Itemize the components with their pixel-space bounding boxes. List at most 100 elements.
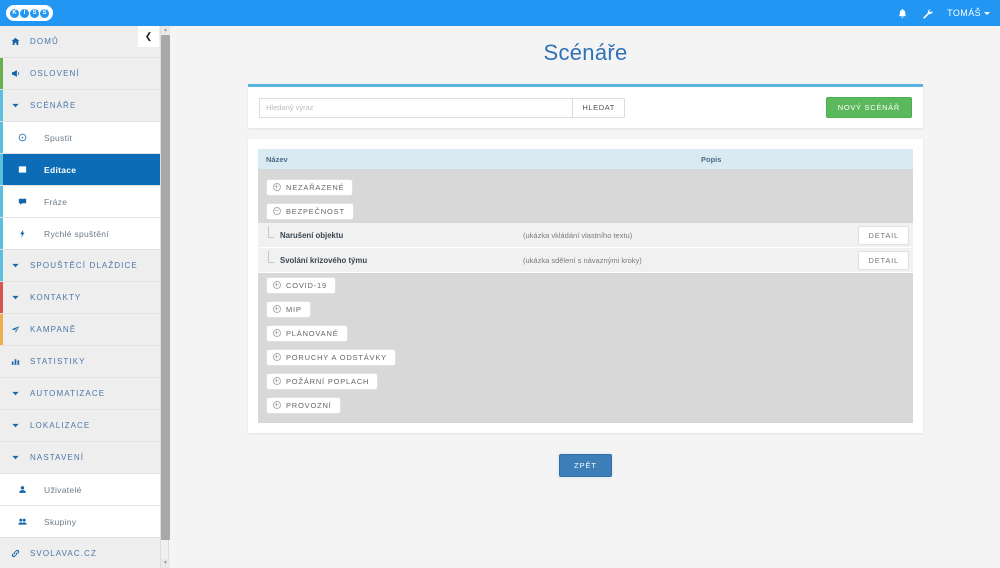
sidebar-scrollbar[interactable]: ▲ ▼ [160, 26, 170, 568]
table-body: + NEZAŘAZENÉ − BEZPEČNOST Narušení objektu (u… [258, 169, 913, 423]
toggle-glyph: + [274, 400, 280, 409]
scenario-group-label: PLÁNOVANÉ [286, 328, 339, 338]
wrench-icon[interactable] [922, 8, 933, 19]
sidebar-item-editace[interactable]: Editace [0, 154, 160, 186]
scenario-group-toggle[interactable]: + POŽÁRNÍ POPLACH [266, 372, 379, 390]
logo-letter-0: K [10, 8, 19, 18]
sidebar-item-statistiky[interactable]: STATISTIKY [0, 346, 160, 378]
scroll-down-arrow-icon[interactable]: ▼ [161, 559, 170, 568]
column-header-description: Popis [701, 154, 722, 164]
scenario-name: Svolání krizového týmu [280, 255, 368, 265]
top-bar: KISS TOMÁŠ [0, 0, 1000, 26]
sidebar-item-label: SCÉNÁŘE [30, 101, 77, 110]
scroll-up-arrow-icon[interactable]: ▲ [161, 26, 170, 35]
sidebar-item-label: KAMPANĚ [30, 325, 77, 334]
plus-circle-icon: + [273, 281, 281, 289]
logo-letter-1: I [20, 8, 29, 18]
logo-letter-3: S [40, 8, 49, 18]
sidebar-item-svolavac-cz[interactable]: SVOLAVAC.CZ [0, 538, 160, 568]
scenario-group-toggle[interactable]: + PLÁNOVANÉ [266, 324, 348, 342]
chevron-down-icon [0, 261, 30, 270]
sidebar-item-spousteci-dlazdice[interactable]: SPOUŠTĚCÍ DLAŽDICE [0, 250, 160, 282]
search-input[interactable] [260, 98, 573, 117]
app-logo[interactable]: KISS [6, 5, 53, 21]
sidebar-item-accent-bar [0, 250, 3, 281]
column-header-name: Název [266, 154, 288, 164]
scenario-group-toggle[interactable]: + MIP [266, 300, 311, 318]
table-header-row: Název Popis [258, 149, 913, 169]
search-panel: HLEDAT NOVÝ SCÉNÁŘ [248, 84, 923, 128]
search-button[interactable]: HLEDAT [572, 98, 624, 117]
user-menu[interactable]: TOMÁŠ [947, 8, 990, 18]
clock-icon [0, 133, 44, 142]
sidebar-item-automatizace[interactable]: AUTOMATIZACE [0, 378, 160, 410]
scenario-group-row: + MIP [258, 297, 913, 321]
plus-circle-icon: + [273, 401, 281, 409]
scenario-group-label: MIP [286, 304, 302, 314]
users-icon [0, 517, 44, 526]
sidebar-item-scenare[interactable]: SCÉNÁŘE [0, 90, 160, 122]
scenario-row[interactable]: Narušení objektu (ukázka vkládání vlastní… [258, 223, 913, 248]
toggle-glyph: + [274, 352, 280, 361]
scenario-detail-button[interactable]: DETAIL [858, 225, 909, 245]
plus-circle-icon: + [273, 183, 281, 191]
scenario-group-row: + PLÁNOVANÉ [258, 321, 913, 345]
bell-icon[interactable] [897, 8, 908, 19]
sidebar-item-label: LOKALIZACE [30, 421, 91, 430]
tree-branch-line [268, 226, 274, 238]
bar-chart-icon [0, 357, 30, 366]
back-button[interactable]: ZPĚT [559, 454, 612, 477]
bolt-icon [0, 229, 44, 238]
scenario-row[interactable]: Svolání krizového týmu (ukázka sdělení s … [258, 248, 913, 273]
sidebar-item-accent-bar [0, 90, 3, 121]
sidebar-item-label: OSLOVENÍ [30, 69, 80, 78]
plus-circle-icon: + [273, 377, 281, 385]
scenario-group-toggle[interactable]: + COVID-19 [266, 276, 336, 294]
sidebar-item-label: KONTAKTY [30, 293, 82, 302]
sidebar-item-skupiny[interactable]: Skupiny [0, 506, 160, 538]
sidebar-item-label: Fráze [44, 196, 68, 207]
sidebar-item-label: Rychlé spuštění [44, 228, 109, 239]
chevron-down-icon [0, 293, 30, 302]
scenario-group-toggle[interactable]: + NEZAŘAZENÉ [266, 178, 354, 196]
toggle-glyph: + [274, 280, 280, 289]
sidebar-item-label: Spustit [44, 132, 73, 143]
sidebar-item-accent-bar [0, 122, 3, 153]
sidebar-item-lokalizace[interactable]: LOKALIZACE [0, 410, 160, 442]
scenario-group-row: + PROVOZNÍ [258, 393, 913, 417]
sidebar-item-kampane[interactable]: KAMPANĚ [0, 314, 160, 346]
scenario-group-toggle[interactable]: − BEZPEČNOST [266, 202, 354, 220]
scenarios-table-card: Název Popis + NEZAŘAZENÉ − BEZPEČNOST Naruše… [248, 139, 923, 433]
sidebar-item-spustit[interactable]: Spustit [0, 122, 160, 154]
search-group: HLEDAT [259, 97, 625, 118]
scenario-detail-button[interactable]: DETAIL [858, 250, 909, 270]
plus-circle-icon: + [273, 305, 281, 313]
scenario-group-label: PROVOZNÍ [286, 400, 332, 410]
sidebar-item-accent-bar [0, 58, 3, 89]
scenario-group-label: PORUCHY A ODSTÁVKY [286, 352, 387, 362]
sidebar-item-label: Uživatelé [44, 484, 82, 495]
sidebar-item-domu[interactable]: DOMŮ [0, 26, 160, 58]
sidebar-item-accent-bar [0, 186, 3, 217]
sidebar-item-osloveni[interactable]: OSLOVENÍ [0, 58, 160, 90]
toggle-glyph: + [274, 304, 280, 313]
scenario-group-toggle[interactable]: + PROVOZNÍ [266, 396, 341, 414]
new-scenario-button[interactable]: NOVÝ SCÉNÁŘ [825, 97, 912, 118]
back-button-wrapper: ZPĚT [171, 454, 1000, 477]
home-icon [0, 37, 30, 46]
toggle-glyph: − [274, 206, 280, 215]
scenario-group-row: + NEZAŘAZENÉ [258, 175, 913, 199]
sidebar-collapse-button[interactable]: ❮ [138, 26, 159, 47]
scenario-group-label: BEZPEČNOST [286, 206, 345, 216]
sidebar-item-kontakty[interactable]: KONTAKTY [0, 282, 160, 314]
sidebar-item-nastaveni[interactable]: NASTAVENÍ [0, 442, 160, 474]
sidebar-item-uzivatele[interactable]: Uživatelé [0, 474, 160, 506]
sidebar-item-fraze[interactable]: Fráze [0, 186, 160, 218]
toggle-glyph: + [274, 376, 280, 385]
sidebar-item-label: Skupiny [44, 516, 77, 527]
sidebar-scrollbar-thumb[interactable] [161, 35, 170, 540]
scenario-group-toggle[interactable]: + PORUCHY A ODSTÁVKY [266, 348, 396, 366]
sidebar-item-label: Editace [44, 164, 77, 175]
scenario-name: Narušení objektu [280, 230, 344, 240]
sidebar-item-rychle-spusteni[interactable]: Rychlé spuštění [0, 218, 160, 250]
